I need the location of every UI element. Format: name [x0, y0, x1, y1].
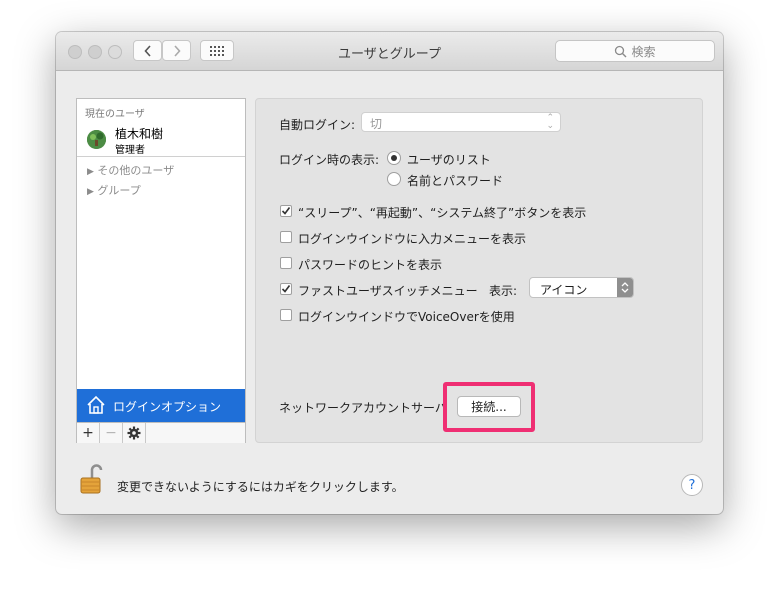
fast-user-switch-label: ファストユーザスイッチメニュー — [298, 284, 478, 298]
checkbox-show-buttons[interactable] — [280, 205, 292, 217]
auto-login-popup[interactable]: 切 ⌃ ⌄ — [361, 112, 561, 132]
auto-login-value: 切 — [370, 117, 383, 131]
remove-user-button[interactable]: − — [100, 423, 123, 443]
connect-button[interactable]: 接続... — [457, 396, 521, 417]
sidebar-divider — [77, 156, 245, 157]
unlocked-padlock-icon[interactable] — [80, 463, 104, 495]
show-buttons-label: “スリープ”、“再起動”、“システム終了”ボタンを表示 — [298, 206, 587, 220]
search-icon — [615, 45, 627, 57]
gear-icon — [127, 426, 141, 440]
fast-switch-display-value: アイコン — [540, 283, 588, 297]
checkmark-icon — [281, 207, 291, 215]
voiceover-label: ログインウインドウでVoiceOverを使用 — [298, 310, 515, 324]
auto-login-label: 自動ログイン: — [279, 118, 356, 132]
house-icon — [87, 395, 105, 414]
sidebar-item-label: その他のユーザ — [97, 164, 175, 177]
preferences-window: ユーザとグループ 検索 現在のユーザ 植木和樹 管理者 ▶ その他のユーザ ▶ … — [56, 32, 723, 514]
title-bar: ユーザとグループ 検索 — [56, 32, 723, 71]
user-name[interactable]: 植木和樹 — [115, 125, 163, 142]
checkbox-fast-user-switch[interactable] — [280, 283, 292, 295]
user-avatar — [87, 130, 106, 149]
sidebar-item-login-options[interactable]: ログインオプション — [77, 389, 245, 422]
sidebar-item-label: ログインオプション — [113, 400, 222, 414]
sidebar-item-groups[interactable]: ▶ グループ — [87, 182, 141, 198]
checkbox-password-hints[interactable] — [280, 257, 292, 269]
network-server-label: ネットワークアカウントサーバ — [279, 401, 447, 415]
sidebar-item-label: グループ — [97, 184, 141, 197]
user-role: 管理者 — [115, 145, 145, 156]
radio-name-password-label: 名前とパスワード — [407, 174, 504, 188]
users-sidebar: 現在のユーザ 植木和樹 管理者 ▶ その他のユーザ ▶ グループ ログインオプシ… — [76, 98, 246, 443]
checkbox-voiceover[interactable] — [280, 309, 292, 321]
radio-name-password[interactable] — [387, 172, 401, 186]
popup-arrow-button[interactable] — [617, 278, 633, 297]
radio-user-list[interactable] — [387, 151, 401, 165]
fast-switch-display-label: 表示: — [489, 284, 518, 298]
stepper-arrows-icon: ⌃ ⌄ — [546, 113, 554, 131]
disclosure-triangle-icon[interactable]: ▶ — [87, 167, 94, 177]
password-hints-label: パスワードのヒントを表示 — [298, 258, 443, 272]
current-users-header: 現在のユーザ — [85, 109, 145, 120]
action-menu-button[interactable] — [123, 423, 146, 443]
lock-instructions: 変更できないようにするにはカギをクリックします。 — [117, 480, 404, 494]
fast-switch-display-popup[interactable]: アイコン — [529, 277, 634, 298]
radio-user-list-label: ユーザのリスト — [407, 153, 491, 167]
checkbox-input-menu[interactable] — [280, 231, 292, 243]
search-field[interactable]: 検索 — [555, 40, 715, 62]
disclosure-triangle-icon[interactable]: ▶ — [87, 187, 94, 197]
search-placeholder: 検索 — [631, 44, 656, 59]
display-label: ログイン時の表示: — [279, 153, 380, 167]
checkmark-icon — [281, 285, 291, 293]
input-menu-label: ログインウインドウに入力メニューを表示 — [298, 232, 527, 246]
avatar-image-icon — [87, 130, 106, 149]
help-button[interactable]: ? — [681, 474, 703, 496]
add-user-button[interactable]: + — [77, 423, 100, 443]
sidebar-item-other-users[interactable]: ▶ その他のユーザ — [87, 162, 174, 178]
stepper-arrows-icon — [621, 282, 629, 293]
sidebar-toolbar: + − — [77, 422, 245, 443]
